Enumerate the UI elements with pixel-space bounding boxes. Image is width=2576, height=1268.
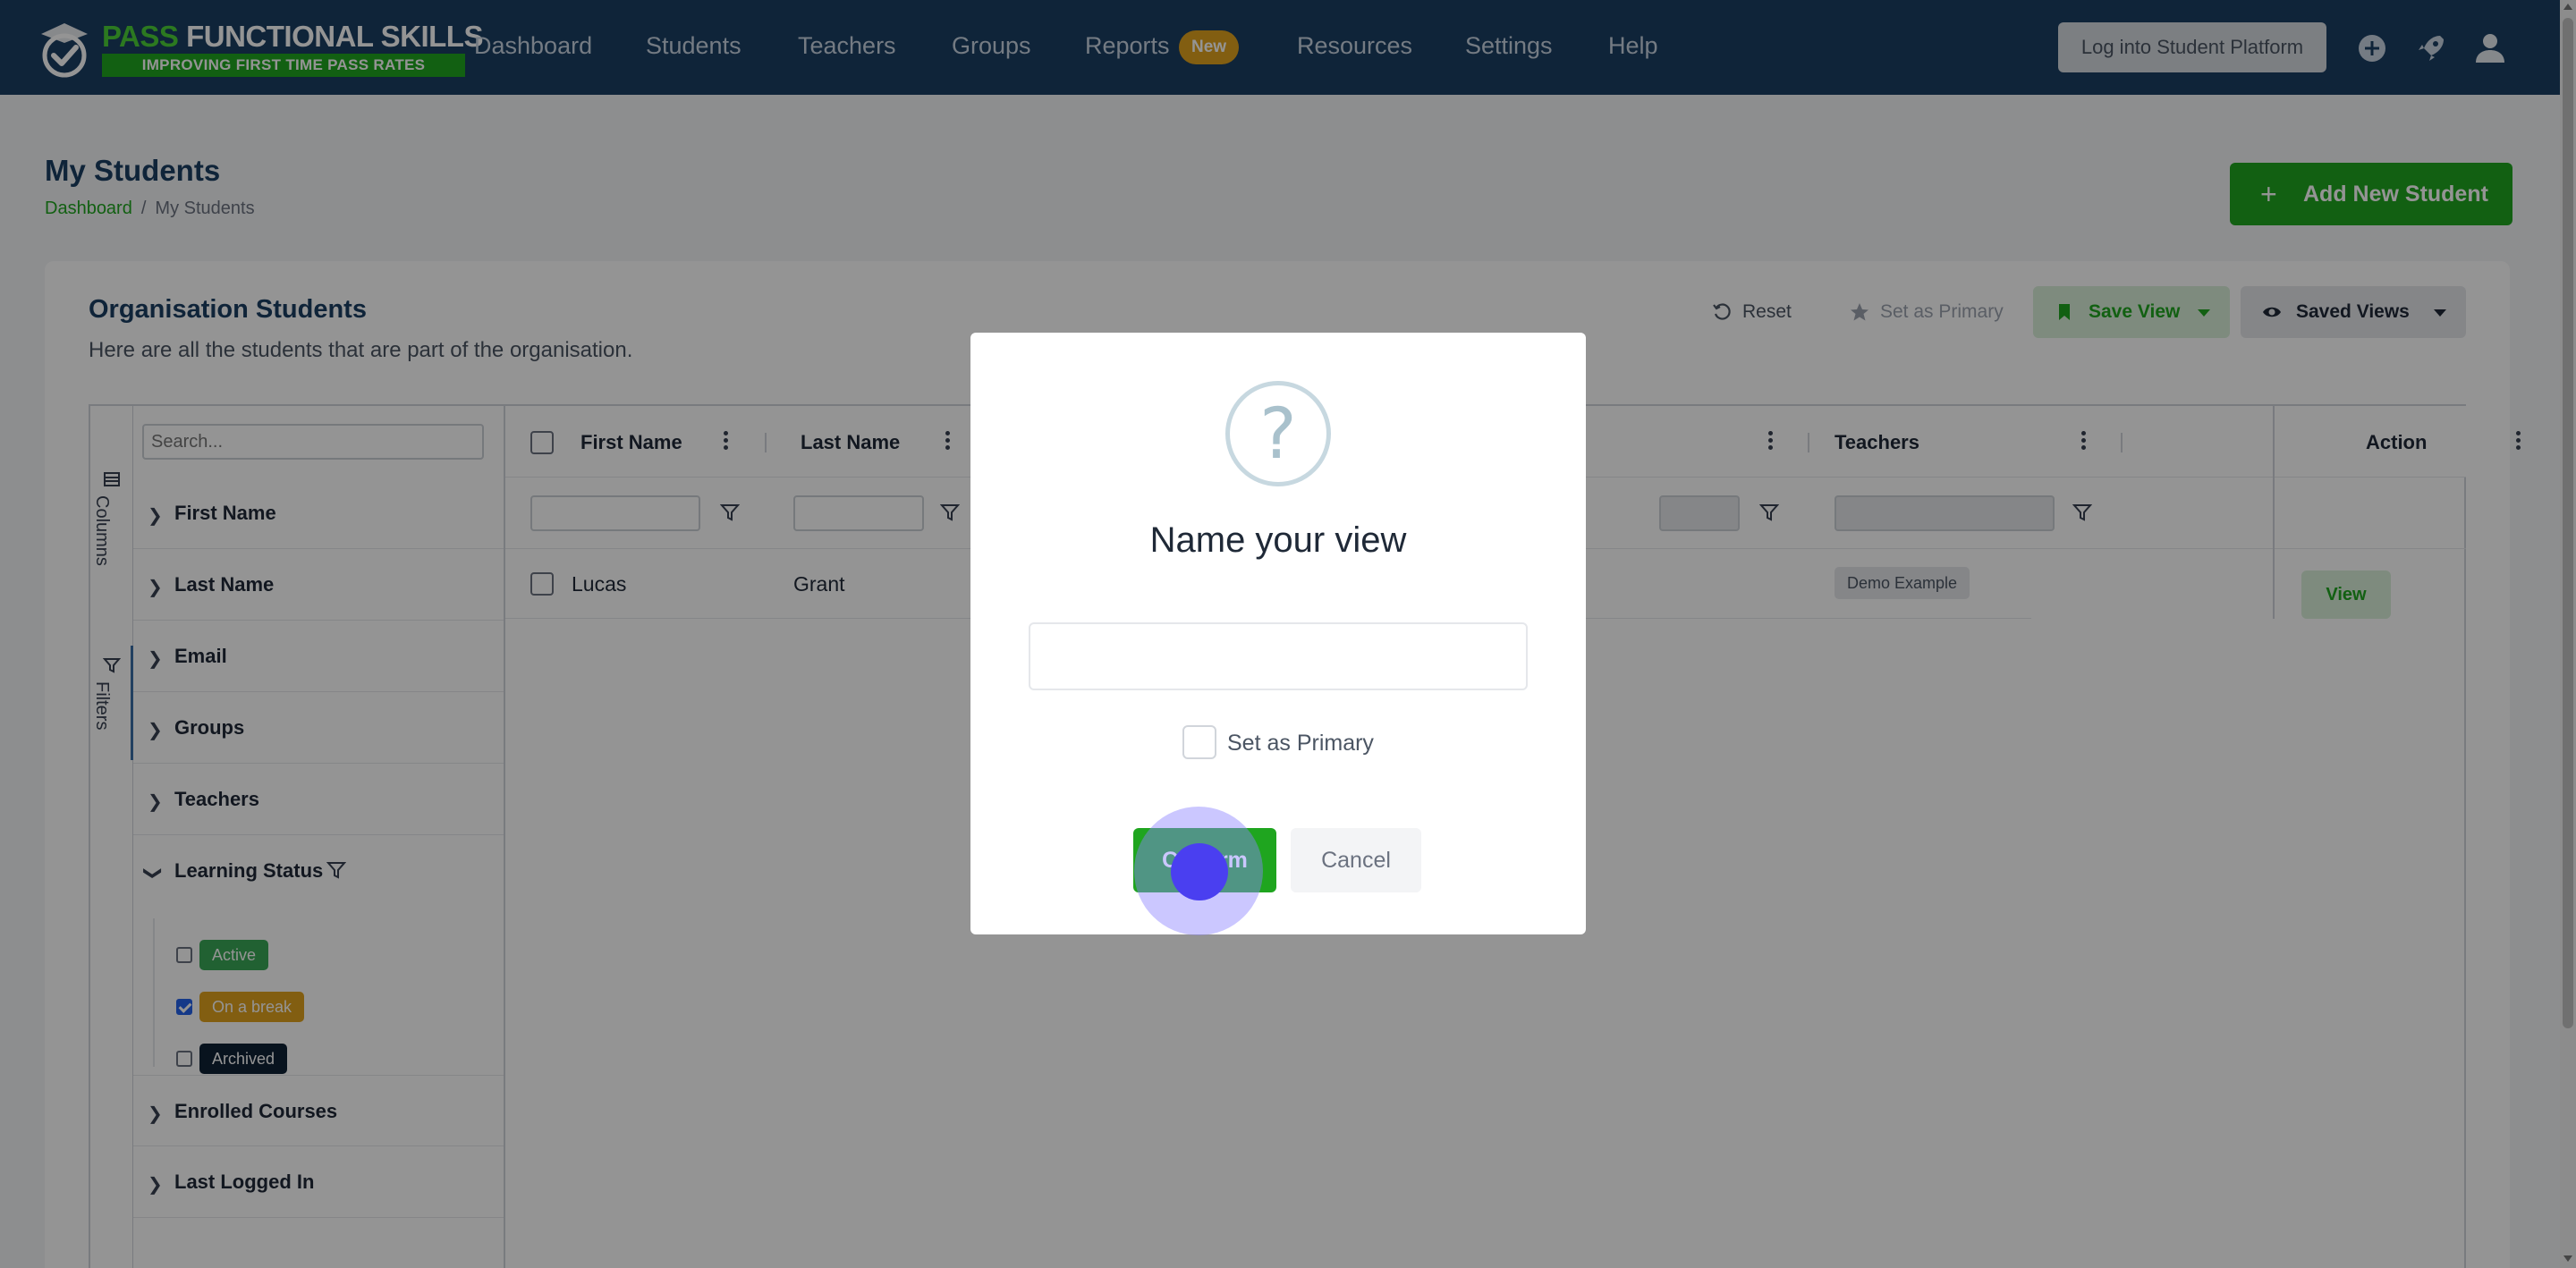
set-as-primary-checkbox[interactable] (1182, 725, 1216, 759)
view-name-input[interactable] (1029, 622, 1528, 690)
set-as-primary-label: Set as Primary (1227, 731, 1374, 756)
dialog-title: Name your view (1149, 520, 1407, 560)
click-indicator-dot (1171, 843, 1228, 900)
name-view-dialog: ? Name your view Set as Primary Confirm … (970, 333, 1586, 934)
cancel-button[interactable]: Cancel (1291, 828, 1421, 892)
question-icon: ? (1225, 381, 1331, 486)
